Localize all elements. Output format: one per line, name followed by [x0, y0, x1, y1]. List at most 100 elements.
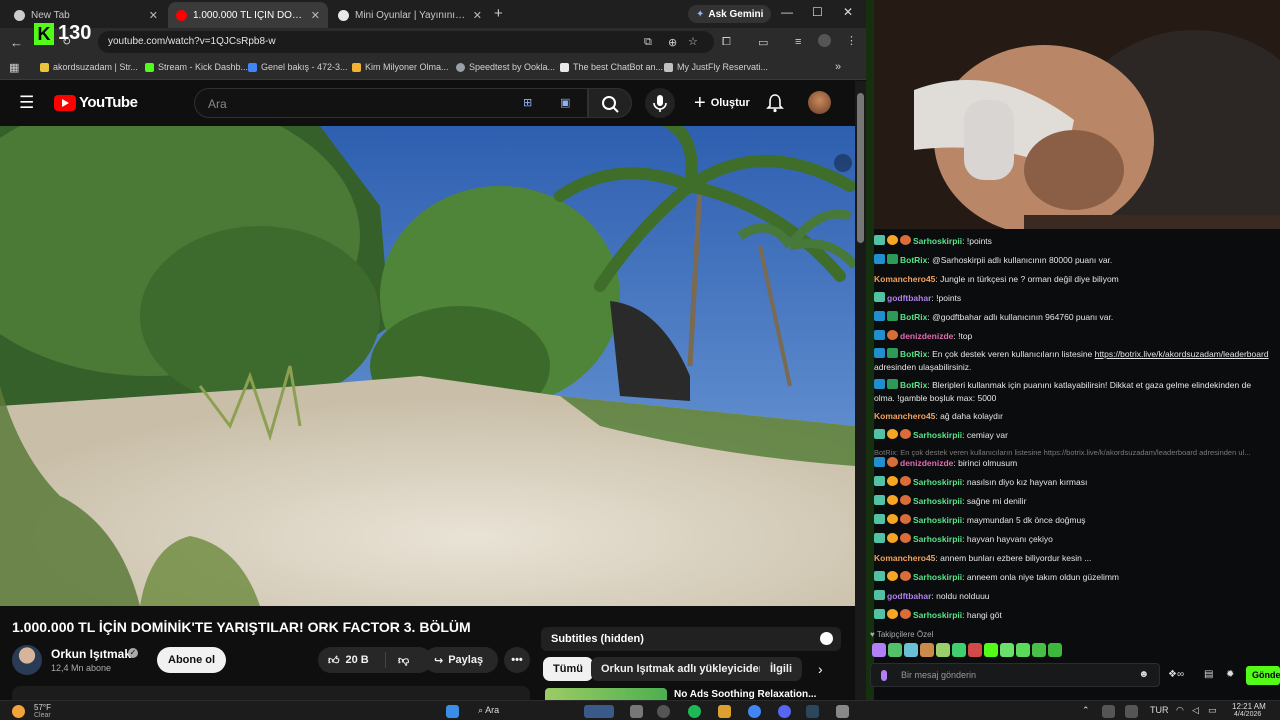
chat-username[interactable]: Komanchero45 [874, 411, 935, 421]
menu-dots-icon[interactable]: ⋮ [846, 34, 857, 47]
tray-icon[interactable] [1125, 705, 1138, 718]
chat-username[interactable]: BotRix [900, 255, 927, 265]
volume-icon[interactable]: ◁ [1192, 705, 1199, 716]
tab-mini-oyunlar[interactable]: Mini Oyunlar | Yayınını güçlend ✕ [330, 2, 490, 28]
more-actions-button[interactable]: ••• [504, 647, 530, 673]
emote-icon[interactable] [920, 643, 934, 657]
bookmark-item[interactable]: My JustFly Reservati... [664, 62, 768, 72]
subtitles-bar[interactable]: Subtitles (hidden) [541, 627, 841, 651]
widgets-icon[interactable] [584, 705, 614, 718]
description-box[interactable] [12, 686, 530, 700]
subscribe-button[interactable]: Abone ol [157, 647, 227, 673]
install-app-icon[interactable]: ⧉ [644, 36, 652, 49]
emote-icon[interactable] [968, 643, 982, 657]
close-icon[interactable]: ✕ [149, 9, 158, 22]
maximize-icon[interactable]: ☐ [812, 5, 823, 19]
chat-link[interactable]: https://botrix.live/k/akordsuzadam/leade… [1095, 349, 1269, 359]
wifi-icon[interactable]: ◠ [1176, 705, 1184, 716]
steam-icon[interactable] [806, 705, 819, 718]
apps-grid-icon[interactable]: ▦ [9, 61, 19, 74]
start-windows-icon[interactable] [446, 705, 459, 718]
chevron-up-icon[interactable]: ⌃ [1082, 705, 1090, 716]
like-button[interactable]: 👍︎ 20 B [318, 652, 386, 668]
microphone-icon[interactable] [881, 670, 887, 681]
spotify-icon[interactable] [688, 705, 701, 718]
chat-username[interactable]: Sarhoskirpii [913, 610, 962, 620]
hamburger-menu-icon[interactable]: ☰ [19, 93, 34, 113]
chat-username[interactable]: BotRix [900, 380, 927, 390]
chevron-right-icon[interactable]: › [818, 661, 823, 677]
battery-icon[interactable]: ▭ [1208, 705, 1217, 716]
translate-icon[interactable]: ⊞ [523, 96, 532, 109]
emoji-icon[interactable]: ☻ [1138, 669, 1149, 680]
chip-all[interactable]: Tümü [543, 657, 593, 681]
tab-youtube-video[interactable]: 1.000.000 TL İÇİN DOMİNİK'TE ✕ [168, 2, 328, 28]
chat-username[interactable]: Sarhoskirpii [913, 430, 962, 440]
bookmark-item[interactable]: The best ChatBot an... [560, 62, 663, 72]
shop-icon[interactable]: ▤ [1204, 669, 1213, 680]
url-input[interactable]: youtube.com/watch?v=1QJCsRpb8-w ⧉ ⊕ ☆ [98, 31, 714, 53]
chat-username[interactable]: Sarhoskirpii [913, 477, 962, 487]
points-icon[interactable]: ❖∞ [1168, 669, 1184, 680]
tray-icon[interactable] [1102, 705, 1115, 718]
channel-name[interactable]: Orkun Işıtmak [51, 647, 131, 661]
close-icon[interactable]: ✕ [473, 9, 482, 22]
send-button[interactable]: Gönder [1246, 666, 1280, 685]
clock-date[interactable]: 4/4/2026 [1234, 711, 1261, 718]
bookmark-item[interactable]: Kim Milyoner Olma... [352, 62, 449, 72]
search-input[interactable]: Ara ⊞ ▣ [194, 88, 588, 118]
youtube-logo-icon[interactable] [54, 95, 76, 111]
sidepanel-icon[interactable]: ▭ [758, 36, 768, 49]
minimize-icon[interactable]: — [781, 5, 793, 19]
keyboard-icon[interactable]: ▣ [560, 96, 570, 109]
emote-icon[interactable] [1016, 643, 1030, 657]
emote-icon[interactable] [952, 643, 966, 657]
more-bookmarks-icon[interactable]: » [835, 61, 841, 73]
chip-related[interactable]: İlgili [760, 657, 802, 681]
chrome-icon[interactable] [748, 705, 761, 718]
zoom-icon[interactable]: ⊕ [668, 36, 677, 49]
bookmark-item[interactable]: Stream - Kick Dashb... [145, 62, 248, 72]
chat-username[interactable]: denizdenizde [900, 331, 953, 341]
bookmark-item[interactable]: Genel bakış - 472-3... [248, 62, 348, 72]
chat-username[interactable]: Sarhoskirpii [913, 572, 962, 582]
search-button[interactable] [588, 88, 632, 118]
new-tab-icon[interactable]: + [494, 5, 503, 22]
video-player[interactable] [0, 126, 855, 606]
emote-icon[interactable] [1048, 643, 1062, 657]
bookmark-star-icon[interactable]: ☆ [688, 35, 698, 48]
ask-gemini-button[interactable]: ✦ Ask Gemini [688, 5, 772, 23]
page-scrollbar[interactable] [855, 81, 866, 700]
create-button[interactable]: + Oluştur [686, 90, 758, 116]
weather-temp[interactable]: 57°F [34, 703, 51, 712]
close-window-icon[interactable]: ✕ [843, 5, 853, 19]
file-explorer-icon[interactable] [718, 705, 731, 718]
clock-time[interactable]: 12:21 AM [1232, 702, 1266, 711]
emote-icon[interactable] [888, 643, 902, 657]
emote-icon[interactable] [936, 643, 950, 657]
profile-avatar[interactable] [818, 34, 831, 47]
notifications-bell-icon[interactable] [766, 93, 784, 113]
settings-gear-icon[interactable]: ✹ [1226, 669, 1234, 680]
chat-username[interactable]: Sarhoskirpii [913, 515, 962, 525]
weather-text[interactable]: Clear [34, 712, 51, 719]
scrollbar-thumb[interactable] [857, 93, 864, 243]
media-icon[interactable]: ≡ [795, 36, 801, 48]
emote-icon[interactable] [1032, 643, 1046, 657]
recommended-thumbnail[interactable] [545, 688, 667, 700]
emote-icon[interactable] [904, 643, 918, 657]
chat-username[interactable]: BotRix [900, 312, 927, 322]
chat-username[interactable]: godftbahar [887, 591, 931, 601]
player-menu-icon[interactable] [834, 154, 852, 172]
close-icon[interactable]: ✕ [311, 9, 320, 22]
app-icon[interactable] [836, 705, 849, 718]
weather-icon[interactable] [12, 705, 25, 718]
task-view-icon[interactable] [630, 705, 643, 718]
channel-avatar[interactable] [12, 645, 42, 675]
share-button[interactable]: ↪ Paylaş [424, 647, 498, 673]
emote-icon[interactable] [984, 643, 998, 657]
chat-username[interactable]: Komanchero45 [874, 553, 935, 563]
emote-icon[interactable] [872, 643, 886, 657]
emote-icon[interactable] [1000, 643, 1014, 657]
bookmark-item[interactable]: Speedtest by Ookla... [456, 62, 555, 72]
